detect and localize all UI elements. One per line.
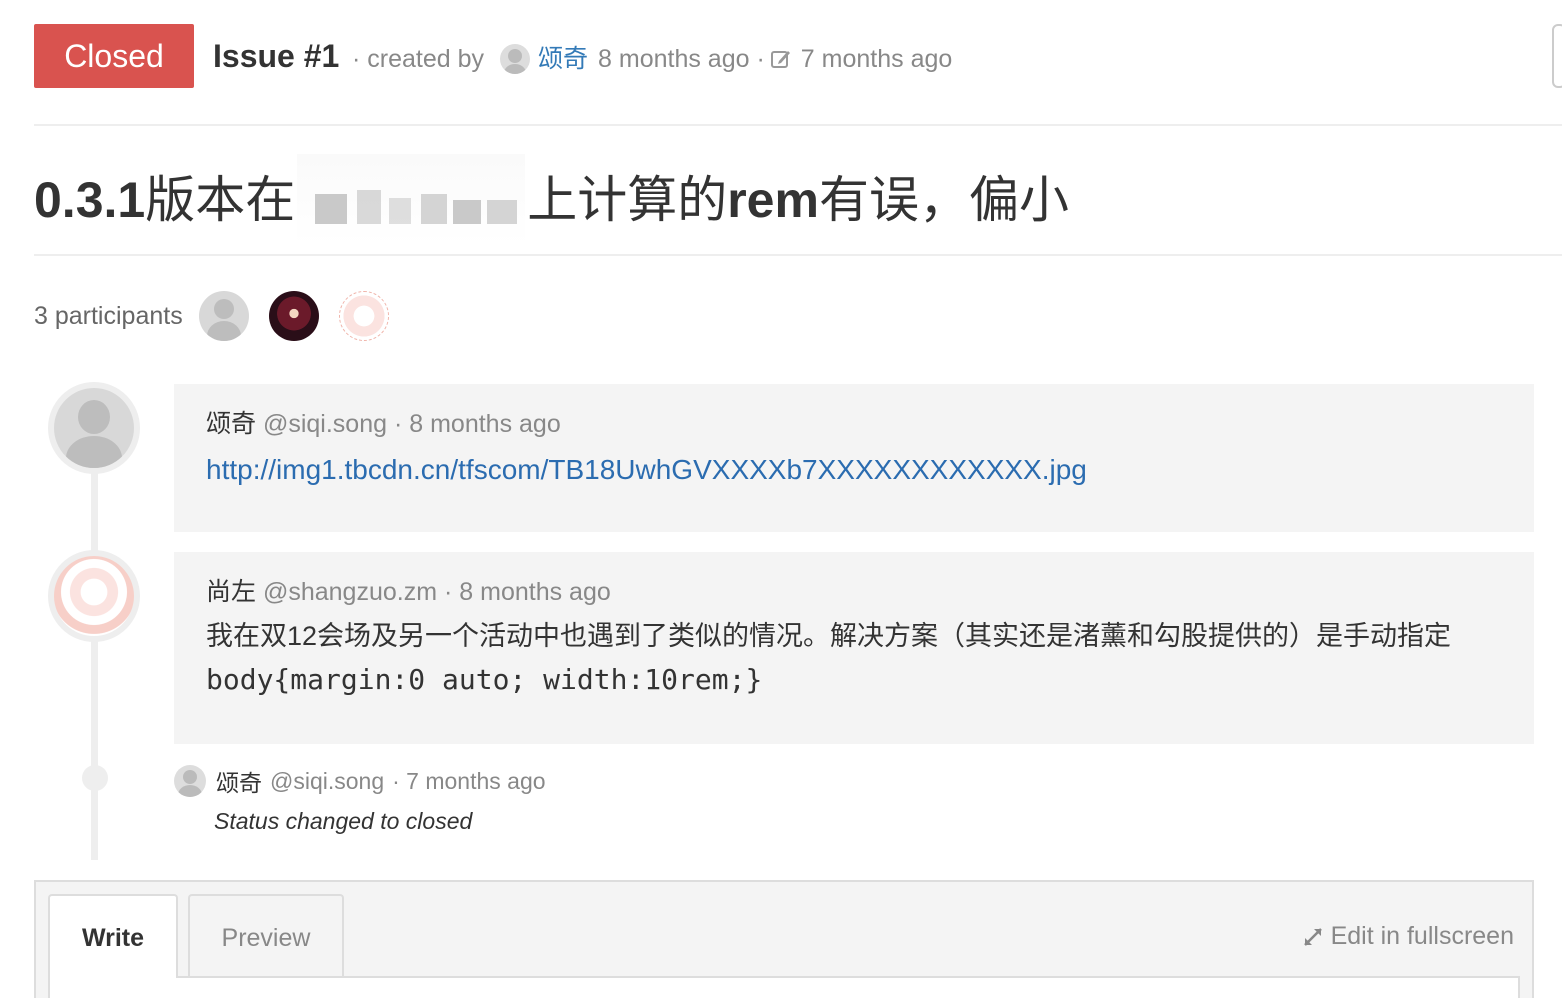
title-part3: 有误，偏小 (818, 172, 1069, 228)
comment-avatar[interactable] (48, 550, 140, 642)
fullscreen-button[interactable]: Edit in fullscreen (1301, 922, 1514, 951)
comment-body: 我在双12会场及另一个活动中也遇到了类似的情况。解决方案（其实还是渚薰和勾股提供… (206, 614, 1502, 702)
comment-header: 颂奇 @siqi.song · 8 months ago (206, 406, 1502, 442)
comment-time: · 8 months ago (444, 578, 611, 606)
issue-title: 0.3.1 版本在 上计算的 rem 有误，偏小 (34, 154, 1069, 246)
edited-time: 7 months ago (800, 45, 953, 73)
comment-code: body{margin:0 auto; width:10rem;} (206, 663, 763, 696)
issue-meta: · created by 颂奇 8 months ago · 7 months … (352, 44, 952, 74)
timeline-event-dot (82, 765, 108, 791)
issue-number: Issue #1 (213, 38, 340, 74)
expand-icon (1303, 927, 1322, 946)
status-badge: Closed (34, 24, 194, 88)
comment-time: · 8 months ago (393, 410, 561, 438)
created-time: 8 months ago · (598, 45, 765, 73)
participants: 3 participants (34, 290, 409, 342)
participants-label: 3 participants (34, 301, 183, 330)
comment-image-link[interactable]: http://img1.tbcdn.cn/tfscom/TB18UwhGVXXX… (206, 450, 1502, 490)
title-version: 0.3.1 (34, 172, 146, 228)
redacted-text (297, 154, 526, 246)
edit-icon (770, 51, 790, 68)
event-status-text: Status changed to closed (214, 808, 473, 834)
event-avatar[interactable] (174, 765, 206, 797)
timeline-event: 颂奇 @siqi.song · 7 months ago (174, 764, 546, 798)
author-link[interactable]: 颂奇 (538, 44, 588, 74)
event-author[interactable]: 颂奇 (216, 764, 262, 798)
issue-header: Closed Issue #1 · created by 颂奇 8 months… (34, 24, 1562, 88)
comment: 尚左 @shangzuo.zm · 8 months ago 我在双12会场及另… (174, 552, 1534, 744)
title-part1: 版本在 (145, 172, 296, 228)
author-avatar[interactable] (500, 44, 531, 74)
created-by-text: · created by (352, 45, 485, 73)
title-part2: 上计算的 (527, 172, 728, 228)
participant-avatar[interactable] (198, 291, 249, 341)
event-time: · 7 months ago (392, 767, 546, 794)
title-rem: rem (727, 172, 819, 228)
divider (34, 124, 1562, 126)
comment-editor: Write Preview Edit in fullscreen (34, 880, 1534, 998)
fullscreen-label: Edit in fullscreen (1330, 922, 1514, 950)
comment-text: 我在双12会场及另一个活动中也遇到了类似的情况。解决方案（其实还是渚薰和勾股提供… (206, 621, 1452, 651)
event-handle[interactable]: @siqi.song (270, 768, 384, 795)
tab-write[interactable]: Write (48, 894, 178, 978)
divider (34, 254, 1562, 256)
timeline-line (91, 430, 98, 860)
comment-author[interactable]: 尚左 (206, 578, 256, 606)
comment-author[interactable]: 颂奇 (206, 410, 256, 438)
comment-handle[interactable]: @siqi.song (263, 410, 387, 438)
participant-avatar[interactable] (268, 291, 319, 341)
comment-header: 尚左 @shangzuo.zm · 8 months ago (206, 574, 1502, 610)
header-action-edge[interactable] (1552, 24, 1562, 88)
comment-handle[interactable]: @shangzuo.zm (263, 578, 437, 606)
tab-preview[interactable]: Preview (188, 894, 344, 978)
comment-avatar[interactable] (48, 382, 140, 474)
comment: 颂奇 @siqi.song · 8 months ago http://img1… (174, 384, 1534, 532)
participant-avatar[interactable] (338, 291, 389, 341)
comment-textarea[interactable] (48, 978, 1520, 998)
